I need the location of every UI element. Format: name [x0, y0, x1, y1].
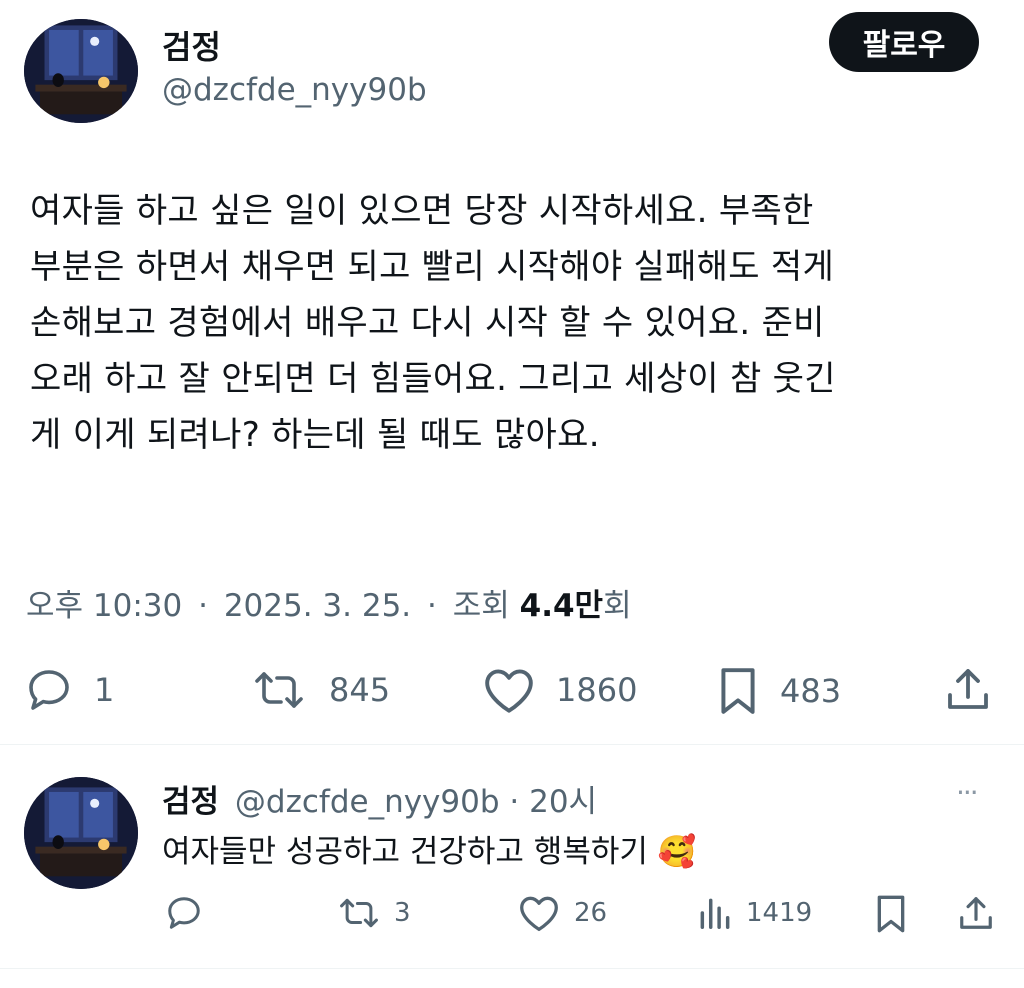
author-handle[interactable]: @dzcfde_nyy90b [162, 72, 427, 108]
tweet-date[interactable]: 2025. 3. 25. [224, 588, 411, 624]
reply-separator: · [509, 784, 520, 820]
views-suffix: 회 [603, 588, 632, 624]
reply-count: 1 [94, 671, 115, 709]
reply-button[interactable]: 1 [24, 666, 114, 714]
tweet-meta: 오후 10:30 · 2025. 3. 25. · 조회 4.4만회 [26, 580, 632, 625]
reply-author-name[interactable]: 검정 [162, 784, 219, 820]
meta-separator: · [198, 588, 208, 624]
retweet-count: 845 [329, 671, 391, 709]
divider [0, 744, 1024, 745]
bookmark-icon [716, 666, 760, 716]
heart-icon [518, 894, 560, 932]
reply-icon [24, 666, 74, 714]
reply-views-count: 1419 [746, 898, 813, 928]
bookmark-count: 483 [780, 672, 842, 710]
divider [0, 968, 1024, 969]
views-label: 조회 [452, 588, 510, 624]
reply-like-button[interactable]: 26 [518, 894, 607, 932]
retweet-icon [336, 894, 382, 932]
share-icon[interactable] [944, 664, 992, 718]
reply-author-handle[interactable]: @dzcfde_nyy90b [235, 784, 500, 820]
reply-bookmark-icon[interactable] [874, 894, 908, 938]
reply-reply-icon[interactable] [164, 894, 204, 936]
retweet-icon [249, 666, 309, 714]
reply-views-button[interactable]: 1419 [696, 894, 812, 932]
more-icon[interactable]: ··· [956, 776, 979, 809]
views-count: 4.4만 [519, 588, 604, 624]
retweet-button[interactable]: 845 [249, 666, 390, 714]
like-button[interactable]: 1860 [482, 666, 637, 714]
author-avatar[interactable] [24, 19, 138, 123]
reply-avatar[interactable] [24, 777, 138, 889]
reply-share-icon[interactable] [957, 893, 995, 937]
meta-separator: · [427, 588, 437, 624]
like-count: 1860 [556, 671, 638, 709]
views-icon [696, 894, 734, 932]
bookmark-button[interactable]: 483 [716, 666, 841, 716]
reply-retweet-count: 3 [394, 898, 411, 928]
reply-like-count: 26 [574, 898, 608, 928]
heart-icon [482, 666, 536, 714]
tweet-text: 여자들 하고 싶은 일이 있으면 당장 시작하세요. 부족한 부분은 하면서 채… [30, 191, 836, 455]
reply-retweet-button[interactable]: 3 [336, 894, 411, 932]
author-name[interactable]: 검정 [162, 22, 221, 68]
reply-time[interactable]: 20시 [529, 784, 597, 820]
tweet-time[interactable]: 오후 10:30 [26, 588, 182, 624]
reply-header: 검정 @dzcfde_nyy90b · 20시 [162, 776, 597, 821]
reply-text: 여자들만 성공하고 건강하고 행복하기 🥰 [162, 834, 697, 870]
follow-button[interactable]: 팔로우 [829, 12, 979, 72]
